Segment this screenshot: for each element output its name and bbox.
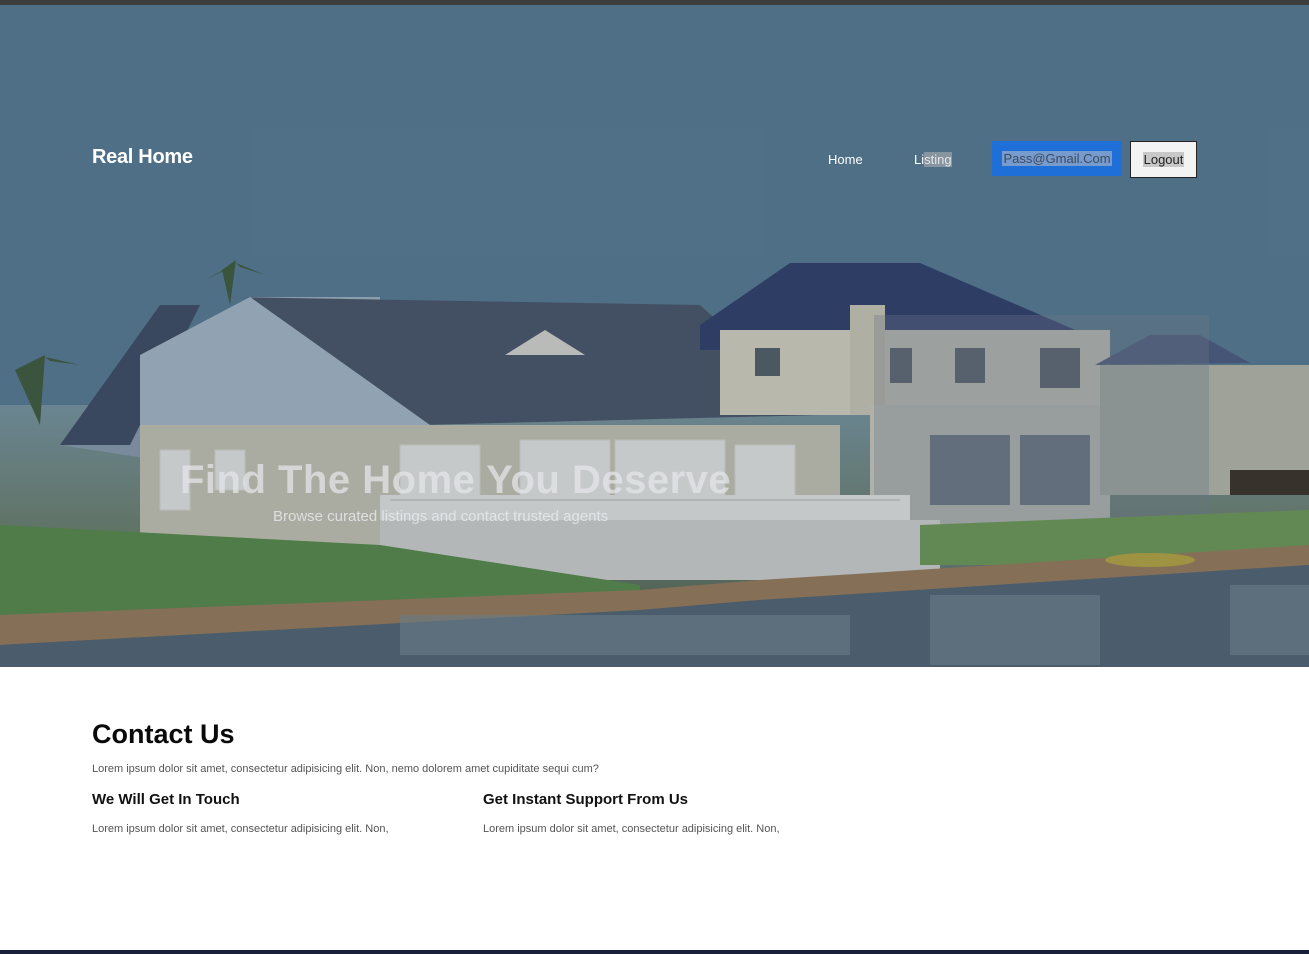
nav-listing-link[interactable]: Listing	[914, 152, 952, 167]
hero-subtitle: Browse curated listings and contact trus…	[273, 508, 609, 525]
contact-column-heading: Get Instant Support From Us	[483, 791, 689, 808]
user-email-button[interactable]: Pass@Gmail.Com	[992, 141, 1122, 176]
nav-listing-label-start: Li	[914, 152, 925, 167]
contact-column-text: Lorem ipsum dolor sit amet, consectetur …	[483, 823, 780, 835]
hero-section	[0, 5, 1309, 667]
footer-bar	[0, 950, 1309, 954]
nav-home-link[interactable]: Home	[828, 152, 863, 167]
contact-description: Lorem ipsum dolor sit amet, consectetur …	[92, 763, 599, 775]
contact-column-heading: We Will Get In Touch	[92, 791, 240, 808]
hero-title: Find The Home You Deserve	[180, 458, 732, 502]
logout-button[interactable]: Logout	[1130, 141, 1197, 178]
user-email-label: Pass@Gmail.Com	[1002, 151, 1112, 166]
contact-title: Contact Us	[92, 719, 235, 749]
contact-column-text: Lorem ipsum dolor sit amet, consectetur …	[92, 823, 389, 835]
contact-column-support: Get Instant Support From Us Lorem ipsum …	[483, 791, 783, 837]
brand-logo[interactable]: Real Home	[92, 146, 193, 169]
contact-column-touch: We Will Get In Touch Lorem ipsum dolor s…	[92, 791, 392, 837]
logout-label: Logout	[1142, 152, 1185, 167]
hero-overlay	[0, 5, 1309, 667]
nav-listing-label-selected: sting	[924, 152, 952, 167]
